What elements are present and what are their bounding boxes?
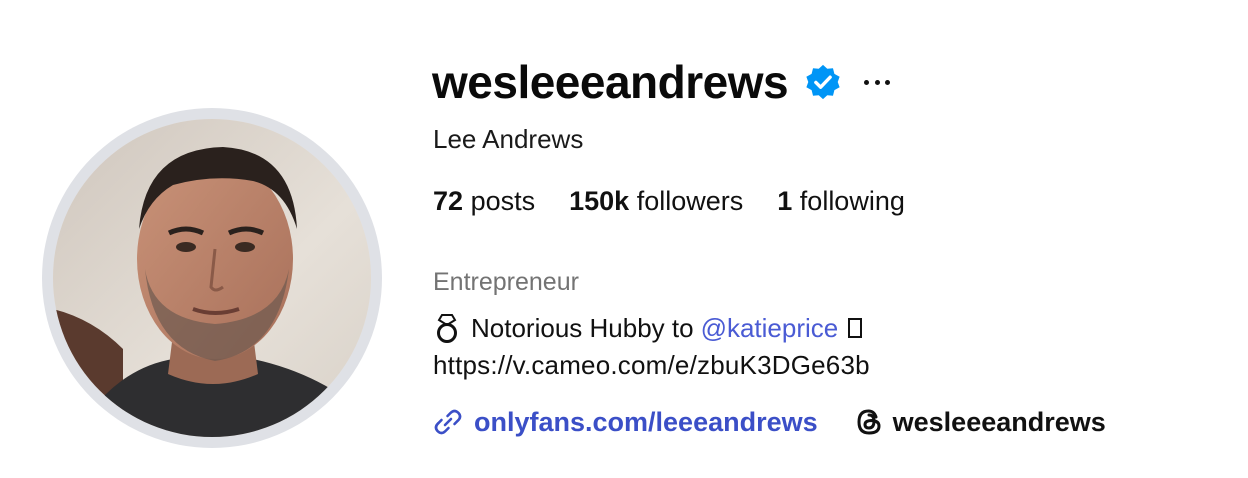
category-label: Entrepreneur [433, 268, 579, 296]
bio-text: Notorious Hubby to [471, 312, 694, 343]
ring-icon [437, 314, 457, 343]
missing-glyph-icon [848, 318, 863, 338]
avatar-ring[interactable] [42, 108, 382, 448]
profile-stats: 72 posts 150k followers 1 following [433, 186, 905, 217]
threads-icon [857, 409, 881, 435]
full-name: Lee Andrews [433, 124, 584, 154]
verified-badge-icon [806, 64, 840, 100]
following-label: following [799, 186, 905, 216]
username-row: wesleeeandrews [432, 52, 891, 112]
external-link-text: onlyfans.com/leeeandrews [474, 406, 818, 437]
following-count: 1 [777, 186, 793, 216]
links-row: onlyfans.com/leeeandrews wesleeeandrews [432, 402, 1106, 442]
bio-line-2: https://v.cameo.com/e/zbuK3DGe63b [433, 350, 870, 380]
avatar-image [53, 119, 371, 437]
external-link[interactable]: onlyfans.com/leeeandrews [432, 406, 818, 438]
link-icon [434, 409, 462, 435]
more-options-icon[interactable] [864, 77, 891, 87]
followers-label: followers [636, 186, 744, 216]
threads-link[interactable]: wesleeeandrews [854, 407, 1106, 438]
bio-line-1: Notorious Hubby to @katieprice [433, 312, 863, 344]
followers-stat[interactable]: 150k followers [569, 186, 743, 217]
posts-stat[interactable]: 72 posts [433, 186, 535, 217]
threads-handle: wesleeeandrews [892, 406, 1106, 437]
posts-count: 72 [433, 186, 464, 216]
username: wesleeeandrews [432, 56, 789, 108]
posts-label: posts [470, 186, 536, 216]
followers-count: 150k [569, 186, 630, 216]
following-stat[interactable]: 1 following [777, 186, 905, 217]
avatar[interactable] [53, 119, 371, 437]
mention-link[interactable]: @katieprice [701, 313, 839, 344]
